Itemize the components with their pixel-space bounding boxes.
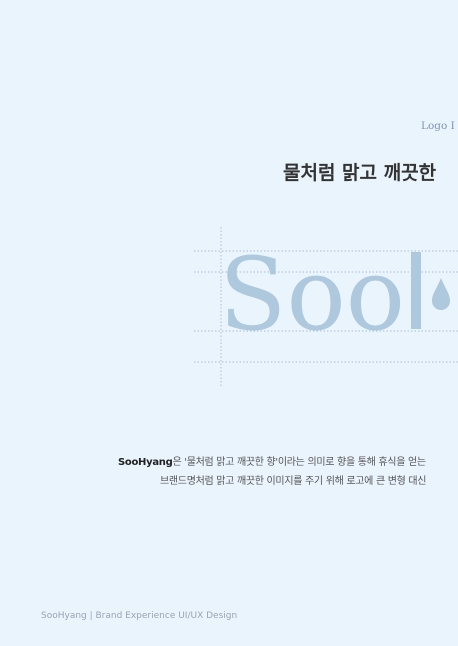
logo: Soo xyxy=(219,236,450,353)
logo-letter-l xyxy=(411,252,421,329)
description-line-1: SooHyang은 '물처럼 맑고 깨끗한 향'이라는 의미로 향을 통해 휴식… xyxy=(118,453,458,472)
logo-wordmark: Soo xyxy=(219,236,405,353)
brand-name: SooHyang xyxy=(118,457,173,468)
description: SooHyang은 '물처럼 맑고 깨끗한 향'이라는 의미로 향을 통해 휴식… xyxy=(118,453,458,491)
description-text: 은 '물처럼 맑고 깨끗한 향'이라는 의미로 향을 통해 휴식을 얻는 xyxy=(172,457,426,468)
footer: SooHyang | Brand Experience UI/UX Design xyxy=(41,611,238,621)
water-drop-icon xyxy=(432,278,450,310)
description-line-2: 브랜드명처럼 맑고 깨끗한 이미지를 주기 위해 로고에 큰 변형 대신 xyxy=(160,476,427,487)
logo-guide: Soo xyxy=(194,227,458,386)
